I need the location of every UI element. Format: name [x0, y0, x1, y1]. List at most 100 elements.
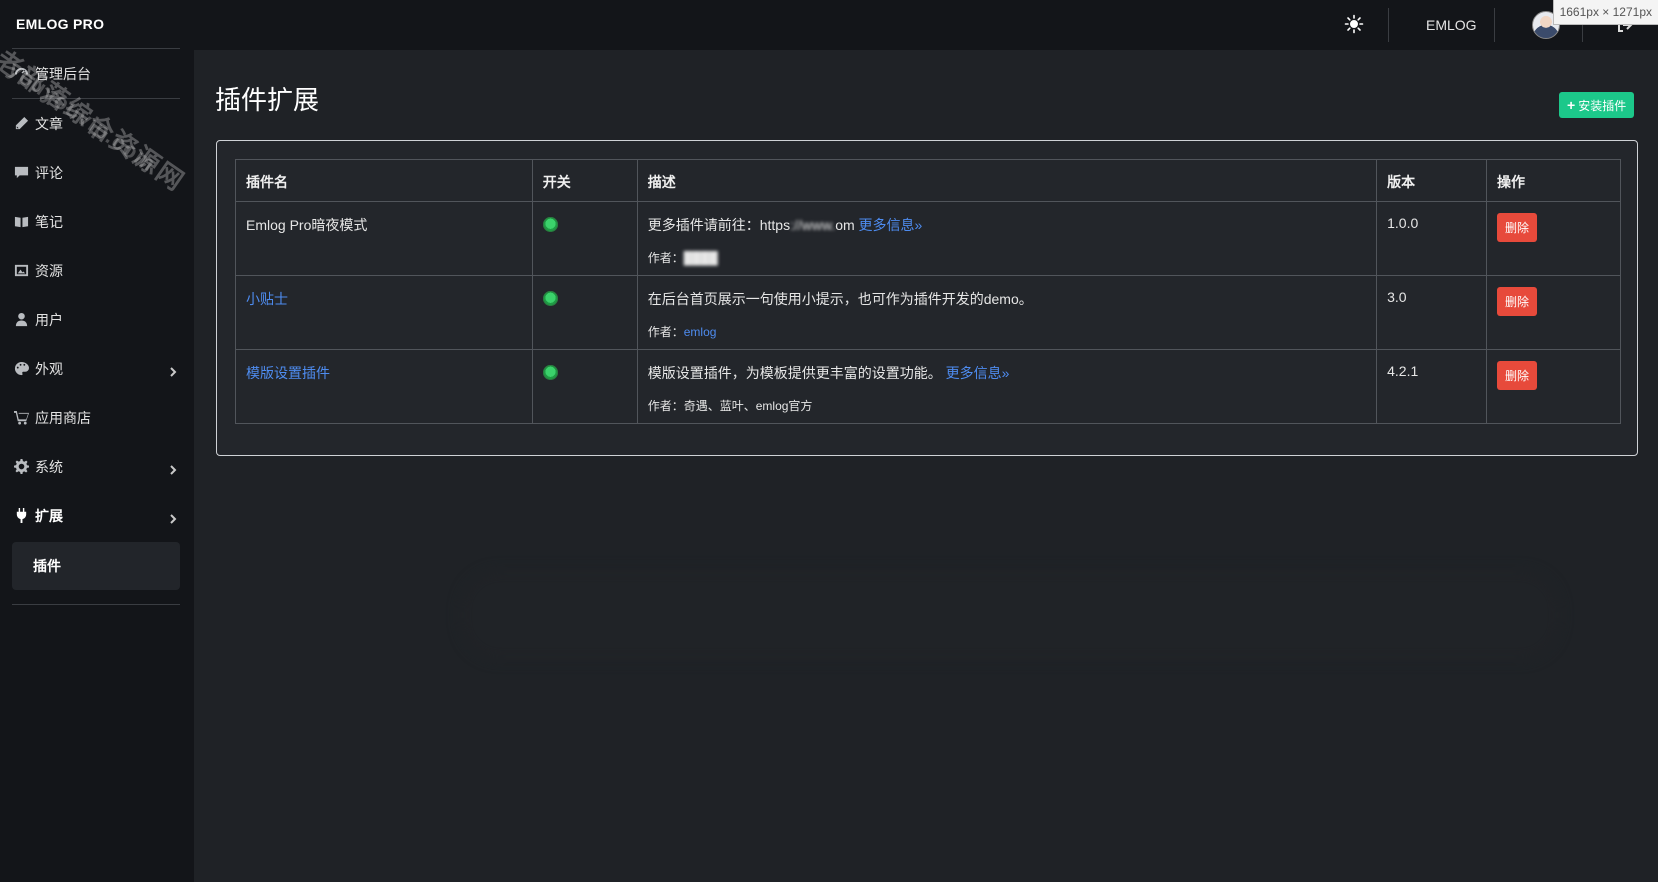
image-icon [13, 263, 29, 279]
plugin-toggle-switch[interactable] [542, 217, 558, 232]
redacted-author: ████ [683, 251, 718, 265]
chevron-right-icon [168, 511, 178, 524]
install-plugin-label: 安装插件 [1578, 98, 1627, 113]
plus-icon: + [1567, 97, 1576, 113]
column-header-description: 描述 [636, 159, 1378, 202]
plugins-card: 插件名 开关 描述 版本 操作 Emlog Pro暗夜模式 更多插件请前往：ht… [216, 140, 1638, 456]
plugin-description-text: 模版设置插件，为模板提供更丰富的设置功能。 [647, 365, 942, 381]
gear-icon [13, 459, 29, 475]
plugin-description-tail: om [835, 217, 855, 233]
background-smudge [460, 570, 1560, 660]
table-header-row: 插件名 开关 描述 版本 操作 [235, 159, 1621, 202]
table-row: 模版设置插件 模版设置插件，为模板提供更丰富的设置功能。 更多信息» 作者：奇遇… [235, 349, 1621, 424]
plugin-description: 在后台首页展示一句使用小提示，也可作为插件开发的demo。 [647, 291, 1033, 307]
description-cell: 在后台首页展示一句使用小提示，也可作为插件开发的demo。 作者：emlog [636, 275, 1378, 350]
dimensions-overlay: 1661px × 1271px [1552, 0, 1658, 25]
comment-icon [13, 165, 29, 181]
sidebar-item-label: 笔记 [35, 213, 63, 230]
plugin-description: 更多插件请前往：https://www.om 更多信息» [648, 215, 1366, 235]
author-label: 作者： [647, 251, 684, 265]
sidebar-item-extensions[interactable]: 扩展 [0, 491, 194, 540]
author-link[interactable]: emlog [684, 325, 717, 339]
sidebar-item-label: 系统 [35, 458, 63, 475]
sidebar-item-label: 外观 [35, 360, 63, 377]
username-link[interactable]: EMLOG [1426, 17, 1477, 33]
chevron-right-icon [168, 364, 178, 377]
switch-cell [531, 349, 638, 424]
sidebar: EMLOG PRO 管理后台 文章 评论 笔记 资源 用户 外观 应用商店 系统 [0, 0, 194, 882]
actions-cell: 删除 [1486, 201, 1621, 276]
page-title: 插件扩展 [215, 85, 320, 115]
sidebar-item-store[interactable]: 应用商店 [0, 393, 194, 442]
author-label: 作者： [647, 399, 684, 413]
sidebar-item-label: 应用商店 [35, 409, 91, 426]
theme-toggle-sun-icon[interactable] [1344, 14, 1364, 34]
delete-button[interactable]: 删除 [1497, 287, 1538, 316]
sidebar-item-label: 用户 [35, 311, 63, 328]
sidebar-item-notes[interactable]: 笔记 [0, 197, 194, 246]
plugin-name-link[interactable]: 小贴士 [246, 291, 288, 307]
cart-icon [13, 410, 29, 426]
description-cell: 更多插件请前往：https://www.om 更多信息» 作者：████ [636, 201, 1378, 276]
plugin-version: 1.0.0 [1376, 201, 1488, 276]
switch-cell [531, 201, 638, 276]
table-row: Emlog Pro暗夜模式 更多插件请前往：https://www.om 更多信… [235, 201, 1621, 276]
sidebar-item-label: 文章 [35, 115, 63, 132]
plugin-version: 4.2.1 [1376, 349, 1488, 424]
sidebar-item-dashboard[interactable]: 管理后台 [0, 49, 194, 98]
sidebar-item-posts[interactable]: 文章 [0, 99, 194, 148]
column-header-name: 插件名 [235, 159, 533, 202]
sidebar-item-label: 扩展 [35, 507, 63, 524]
redacted-text: ://www. [790, 217, 836, 233]
plugin-description: 模版设置插件，为模板提供更丰富的设置功能。 更多信息» [648, 363, 1366, 383]
plugin-author: 作者：████ [648, 249, 1366, 266]
sidebar-item-system[interactable]: 系统 [0, 442, 194, 491]
author-text: 奇遇、蓝叶、emlog官方 [683, 399, 813, 413]
plugin-description-text: 更多插件请前往：https [647, 217, 791, 233]
sidebar-item-label: 评论 [35, 164, 63, 181]
plugin-author: 作者：emlog [648, 323, 1366, 340]
topbar: EMLOG 1661px × 1271px [194, 0, 1658, 50]
plugin-name-link[interactable]: 模版设置插件 [246, 365, 330, 381]
install-plugin-button[interactable]: + 安装插件 [1559, 92, 1635, 118]
sidebar-divider [12, 604, 180, 605]
brand-logo[interactable]: EMLOG PRO [0, 0, 194, 48]
plug-icon [13, 508, 29, 524]
sidebar-item-media[interactable]: 资源 [0, 246, 194, 295]
column-header-actions: 操作 [1486, 159, 1621, 202]
topbar-divider [1388, 8, 1389, 42]
delete-button[interactable]: 删除 [1497, 213, 1538, 242]
sidebar-item-users[interactable]: 用户 [0, 295, 194, 344]
description-cell: 模版设置插件，为模板提供更丰富的设置功能。 更多信息» 作者：奇遇、蓝叶、eml… [636, 349, 1378, 424]
plugin-name: Emlog Pro暗夜模式 [235, 201, 533, 276]
plugin-toggle-switch[interactable] [542, 365, 558, 380]
user-icon [13, 312, 29, 328]
sidebar-item-appearance[interactable]: 外观 [0, 344, 194, 393]
actions-cell: 删除 [1486, 275, 1621, 350]
switch-cell [531, 275, 638, 350]
sidebar-item-label: 管理后台 [35, 65, 91, 82]
sidebar-item-label: 资源 [35, 262, 63, 279]
chevron-right-icon [168, 462, 178, 475]
palette-icon [13, 361, 29, 377]
plugin-name-cell: 模版设置插件 [235, 349, 533, 424]
actions-cell: 删除 [1486, 349, 1621, 424]
column-header-version: 版本 [1376, 159, 1488, 202]
delete-button[interactable]: 删除 [1497, 361, 1538, 390]
more-info-link[interactable]: 更多信息» [946, 365, 1010, 381]
table-row: 小贴士 在后台首页展示一句使用小提示，也可作为插件开发的demo。 作者：eml… [235, 275, 1621, 350]
sidebar-item-comments[interactable]: 评论 [0, 148, 194, 197]
pencil-icon [13, 116, 29, 132]
plugin-version: 3.0 [1376, 275, 1488, 350]
dashboard-icon [13, 66, 29, 82]
topbar-divider [1494, 8, 1495, 42]
column-header-switch: 开关 [531, 159, 638, 202]
sidebar-subitem-plugins[interactable]: 插件 [12, 542, 180, 590]
note-icon [13, 214, 29, 230]
more-info-link[interactable]: 更多信息» [859, 217, 923, 233]
plugin-name-cell: 小贴士 [235, 275, 533, 350]
plugin-author: 作者：奇遇、蓝叶、emlog官方 [648, 397, 1366, 414]
plugin-toggle-switch[interactable] [542, 291, 558, 306]
author-label: 作者： [647, 325, 684, 339]
plugins-table: 插件名 开关 描述 版本 操作 Emlog Pro暗夜模式 更多插件请前往：ht… [235, 159, 1621, 424]
